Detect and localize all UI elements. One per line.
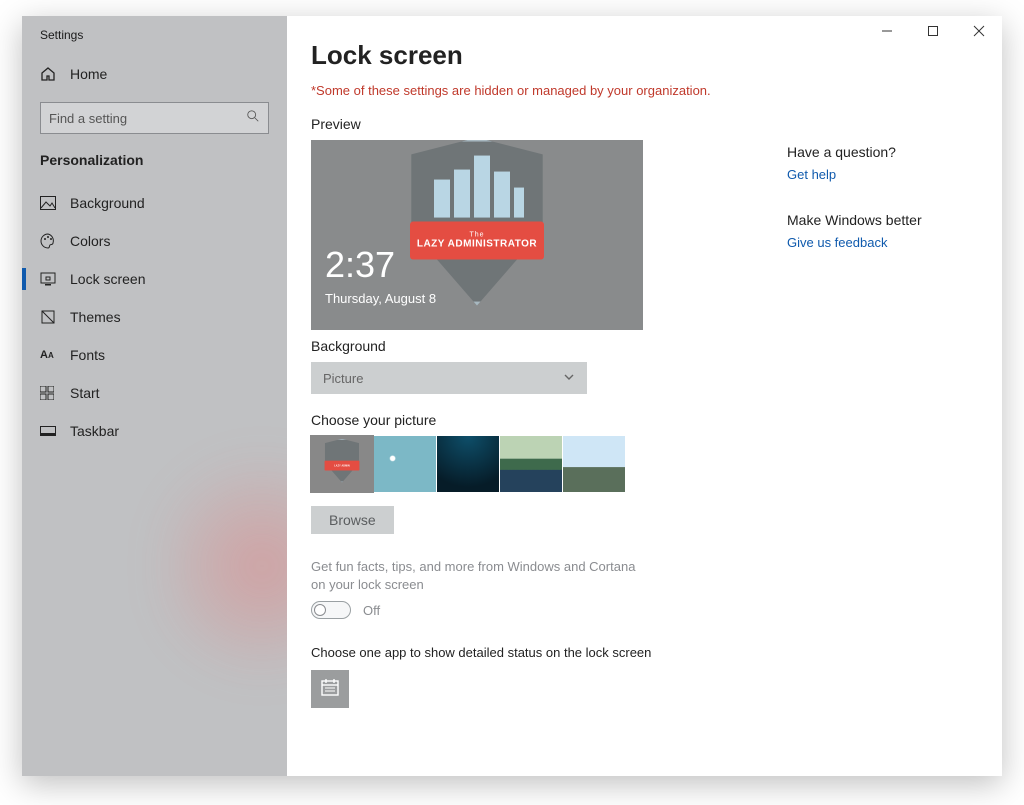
sidebar-item-label: Colors <box>70 233 110 249</box>
picture-thumbs: LAZY ADMIN <box>311 436 763 492</box>
sidebar-item-taskbar[interactable]: Taskbar <box>22 412 287 450</box>
main-column: Lock screen *Some of these settings are … <box>287 16 787 776</box>
picture-thumb-5[interactable] <box>563 436 625 492</box>
fun-facts-toggle[interactable] <box>311 601 351 619</box>
picture-thumb-2[interactable] <box>374 436 436 492</box>
background-label: Background <box>311 338 763 354</box>
preview-badge: The LAZY ADMINISTRATOR <box>404 140 550 306</box>
home-icon <box>40 66 56 82</box>
sidebar-item-background[interactable]: Background <box>22 184 287 222</box>
calendar-icon <box>320 677 340 702</box>
content: Lock screen *Some of these settings are … <box>287 16 1002 776</box>
sidebar-item-label: Fonts <box>70 347 105 363</box>
page-title: Lock screen <box>311 40 763 71</box>
badge-main-text: LAZY ADMINISTRATOR <box>417 239 537 250</box>
sidebar-item-start[interactable]: Start <box>22 374 287 412</box>
home-label: Home <box>70 66 107 82</box>
window-title: Settings <box>22 22 287 54</box>
detailed-status-label: Choose one app to show detailed status o… <box>311 645 763 660</box>
preview-date: Thursday, August 8 <box>325 291 436 306</box>
preview-time: 2:37 <box>325 244 395 286</box>
minimize-button[interactable] <box>864 16 910 46</box>
get-help-link[interactable]: Get help <box>787 167 836 182</box>
fonts-icon: AA <box>40 349 56 361</box>
sidebar-item-lock-screen[interactable]: Lock screen <box>22 260 287 298</box>
skyline-graphic <box>432 154 522 218</box>
sidebar-item-label: Background <box>70 195 145 211</box>
sidebar-item-label: Themes <box>70 309 121 325</box>
picture-thumb-1[interactable]: LAZY ADMIN <box>311 436 373 492</box>
fun-facts-state: Off <box>363 603 380 618</box>
themes-icon <box>40 309 56 325</box>
picture-thumb-3[interactable] <box>437 436 499 492</box>
sidebar: Settings Home Find a setting Personaliza… <box>22 16 287 776</box>
question-heading: Have a question? <box>787 144 982 160</box>
browse-button[interactable]: Browse <box>311 506 394 534</box>
search-icon <box>246 109 260 128</box>
category-label: Personalization <box>22 146 287 184</box>
lockscreen-preview: The LAZY ADMINISTRATOR 2:37 Thursday, Au… <box>311 140 643 330</box>
nav-list: Background Colors Lock screen Themes AA … <box>22 184 287 450</box>
titlebar-controls <box>864 16 1002 46</box>
sidebar-item-label: Taskbar <box>70 423 119 439</box>
chevron-down-icon <box>563 371 575 386</box>
background-value: Picture <box>323 371 363 386</box>
improve-heading: Make Windows better <box>787 212 982 228</box>
lock-screen-icon <box>40 272 56 286</box>
picture-icon <box>40 196 56 210</box>
settings-window: Settings Home Find a setting Personaliza… <box>22 16 1002 776</box>
background-dropdown[interactable]: Picture <box>311 362 587 394</box>
picture-thumb-4[interactable] <box>500 436 562 492</box>
feedback-link[interactable]: Give us feedback <box>787 235 887 250</box>
search-placeholder: Find a setting <box>49 111 127 126</box>
sidebar-item-fonts[interactable]: AA Fonts <box>22 336 287 374</box>
preview-label: Preview <box>311 116 763 132</box>
sidebar-item-themes[interactable]: Themes <box>22 298 287 336</box>
detailed-status-app-button[interactable] <box>311 670 349 708</box>
search-input[interactable]: Find a setting <box>40 102 269 134</box>
org-warning: *Some of these settings are hidden or ma… <box>311 83 763 98</box>
taskbar-icon <box>40 426 56 436</box>
palette-icon <box>40 233 56 249</box>
fun-facts-hint: Get fun facts, tips, and more from Windo… <box>311 558 641 593</box>
sidebar-item-colors[interactable]: Colors <box>22 222 287 260</box>
close-button[interactable] <box>956 16 1002 46</box>
maximize-button[interactable] <box>910 16 956 46</box>
choose-picture-label: Choose your picture <box>311 412 763 428</box>
badge-top-text: The <box>469 232 484 239</box>
start-icon <box>40 386 56 400</box>
right-column: Have a question? Get help Make Windows b… <box>787 16 1002 776</box>
sidebar-item-label: Start <box>70 385 100 401</box>
home-link[interactable]: Home <box>22 54 287 94</box>
fun-facts-toggle-row: Off <box>311 601 763 619</box>
sidebar-item-label: Lock screen <box>70 271 145 287</box>
